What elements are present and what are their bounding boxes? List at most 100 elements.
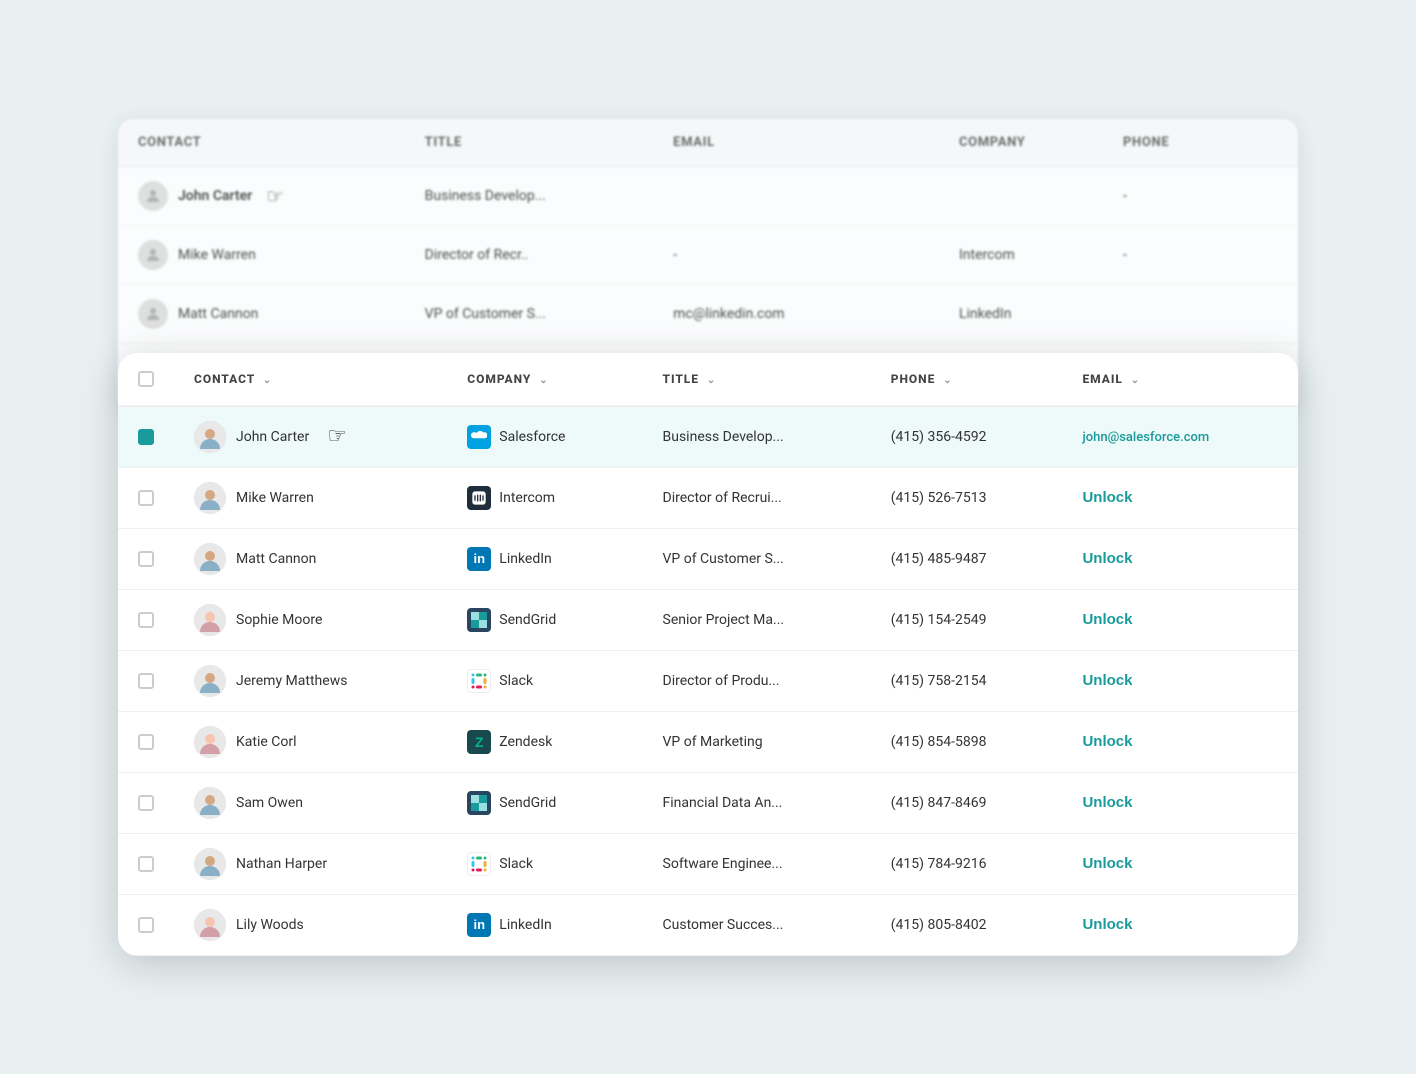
company-name: LinkedIn bbox=[499, 551, 552, 567]
bg-email-cell bbox=[653, 166, 939, 225]
bg-table-row: Mike Warren Director of Recr.. - Interco… bbox=[118, 225, 1298, 284]
email-value[interactable]: john@salesforce.com bbox=[1082, 430, 1209, 445]
row-checkbox-cell bbox=[118, 711, 174, 772]
contact-sort-icon[interactable]: ⌄ bbox=[263, 375, 272, 386]
cursor-icon: ☞ bbox=[327, 424, 347, 449]
contact-cell: Jeremy Matthews bbox=[174, 650, 447, 711]
row-checkbox[interactable] bbox=[138, 734, 154, 750]
col-title: TITLE ⌄ bbox=[643, 353, 871, 406]
bg-avatar bbox=[138, 181, 168, 211]
col-contact: CONTACT ⌄ bbox=[174, 353, 447, 406]
company-name: Slack bbox=[499, 673, 533, 689]
bg-contact-name: John Carter bbox=[178, 188, 252, 204]
phone-value: (415) 154-2549 bbox=[891, 612, 987, 628]
contact-cell: Sophie Moore bbox=[174, 589, 447, 650]
contact-cell: Mike Warren bbox=[174, 467, 447, 528]
contacts-table: CONTACT ⌄ COMPANY ⌄ TITLE ⌄ PHONE ⌄ EMAI… bbox=[118, 353, 1298, 956]
contact-name: Matt Cannon bbox=[236, 551, 316, 567]
bg-contact-name: Matt Cannon bbox=[178, 306, 258, 322]
table-row[interactable]: John Carter ☞ Salesforce Business Develo… bbox=[118, 406, 1298, 468]
contact-cell: Katie Corl bbox=[174, 711, 447, 772]
bg-contact-cell: Matt Cannon bbox=[118, 284, 405, 343]
row-checkbox[interactable] bbox=[138, 673, 154, 689]
bg-col-phone: PHONE bbox=[1103, 119, 1298, 167]
col-email: EMAIL ⌄ bbox=[1062, 353, 1298, 406]
unlock-button[interactable]: Unlock bbox=[1082, 855, 1132, 872]
company-name: LinkedIn bbox=[499, 917, 552, 933]
unlock-button[interactable]: Unlock bbox=[1082, 672, 1132, 689]
company-name: Salesforce bbox=[499, 429, 565, 445]
row-checkbox[interactable] bbox=[138, 795, 154, 811]
company-cell: Salesforce bbox=[447, 406, 642, 468]
company-sort-icon[interactable]: ⌄ bbox=[539, 375, 548, 386]
email-sort-icon[interactable]: ⌄ bbox=[1131, 375, 1140, 386]
bg-phone-cell bbox=[1103, 284, 1298, 343]
email-cell: Unlock bbox=[1062, 772, 1298, 833]
row-checkbox[interactable] bbox=[138, 490, 154, 506]
bg-table-row: Matt Cannon VP of Customer S... mc@linke… bbox=[118, 284, 1298, 343]
title-cell: Director of Produ... bbox=[643, 650, 871, 711]
table-row[interactable]: Jeremy Matthews Slack bbox=[118, 650, 1298, 711]
phone-sort-icon[interactable]: ⌄ bbox=[943, 375, 952, 386]
row-checkbox-cell bbox=[118, 589, 174, 650]
company-cell: Slack bbox=[447, 833, 642, 894]
row-checkbox[interactable] bbox=[138, 429, 154, 445]
phone-value: (415) 854-5898 bbox=[891, 734, 987, 750]
bg-col-company: COMPANY bbox=[939, 119, 1103, 167]
row-checkbox-cell bbox=[118, 772, 174, 833]
select-all-col bbox=[118, 353, 174, 406]
col-company: COMPANY ⌄ bbox=[447, 353, 642, 406]
company-cell: in LinkedIn bbox=[447, 528, 642, 589]
table-row[interactable]: Matt Cannon in LinkedIn VP of Customer S… bbox=[118, 528, 1298, 589]
unlock-button[interactable]: Unlock bbox=[1082, 550, 1132, 567]
title-value: Senior Project Ma... bbox=[663, 612, 785, 628]
bg-avatar bbox=[138, 299, 168, 329]
select-all-checkbox[interactable] bbox=[138, 371, 154, 387]
bg-col-title: TITLE bbox=[405, 119, 654, 167]
unlock-button[interactable]: Unlock bbox=[1082, 794, 1132, 811]
bg-col-contact: CONTACT bbox=[118, 119, 405, 167]
title-cell: Senior Project Ma... bbox=[643, 589, 871, 650]
contact-cell: Sam Owen bbox=[174, 772, 447, 833]
row-checkbox[interactable] bbox=[138, 856, 154, 872]
row-checkbox[interactable] bbox=[138, 551, 154, 567]
title-value: Customer Succes... bbox=[663, 917, 784, 933]
avatar bbox=[194, 482, 226, 514]
phone-cell: (415) 758-2154 bbox=[871, 650, 1063, 711]
email-cell: Unlock bbox=[1062, 589, 1298, 650]
title-sort-icon[interactable]: ⌄ bbox=[707, 375, 716, 386]
table-row[interactable]: Mike Warren Intercom Director of Recrui.… bbox=[118, 467, 1298, 528]
unlock-button[interactable]: Unlock bbox=[1082, 489, 1132, 506]
unlock-button[interactable]: Unlock bbox=[1082, 916, 1132, 933]
bg-company-cell bbox=[939, 166, 1103, 225]
row-checkbox[interactable] bbox=[138, 917, 154, 933]
title-cell: VP of Marketing bbox=[643, 711, 871, 772]
table-row[interactable]: Sam Owen SendGrid Financial Data An... (… bbox=[118, 772, 1298, 833]
phone-cell: (415) 854-5898 bbox=[871, 711, 1063, 772]
table-row[interactable]: Katie Corl Z Zendesk VP of Marketing (41… bbox=[118, 711, 1298, 772]
row-checkbox[interactable] bbox=[138, 612, 154, 628]
company-cell: SendGrid bbox=[447, 772, 642, 833]
table-row[interactable]: Nathan Harper Slack bbox=[118, 833, 1298, 894]
phone-cell: (415) 784-9216 bbox=[871, 833, 1063, 894]
unlock-button[interactable]: Unlock bbox=[1082, 733, 1132, 750]
company-cell: SendGrid bbox=[447, 589, 642, 650]
title-value: Software Enginee... bbox=[663, 856, 783, 872]
row-checkbox-cell bbox=[118, 894, 174, 955]
title-cell: Software Enginee... bbox=[643, 833, 871, 894]
contact-name: Mike Warren bbox=[236, 490, 314, 506]
contact-name: Sophie Moore bbox=[236, 612, 322, 628]
phone-value: (415) 784-9216 bbox=[891, 856, 987, 872]
phone-value: (415) 356-4592 bbox=[891, 429, 987, 445]
linkedin-logo: in bbox=[467, 547, 491, 571]
unlock-button[interactable]: Unlock bbox=[1082, 611, 1132, 628]
avatar bbox=[194, 665, 226, 697]
slack-logo bbox=[467, 852, 491, 876]
bg-email-cell: mc@linkedin.com bbox=[653, 284, 939, 343]
email-cell: Unlock bbox=[1062, 467, 1298, 528]
table-row[interactable]: Lily Woods in LinkedIn Customer Succes..… bbox=[118, 894, 1298, 955]
title-value: VP of Customer S... bbox=[663, 551, 784, 567]
phone-cell: (415) 526-7513 bbox=[871, 467, 1063, 528]
table-row[interactable]: Sophie Moore SendGrid Senior Project Ma.… bbox=[118, 589, 1298, 650]
row-checkbox-cell bbox=[118, 833, 174, 894]
